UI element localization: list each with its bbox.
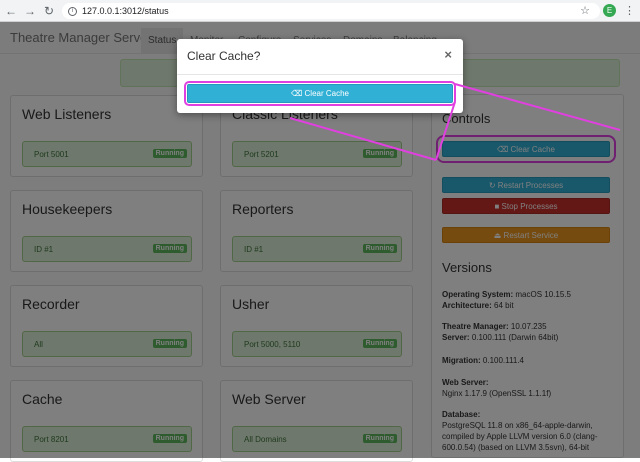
eraser-icon: ⌫ bbox=[290, 89, 305, 98]
close-icon[interactable]: × bbox=[444, 47, 452, 62]
reload-icon[interactable]: ↻ bbox=[41, 3, 57, 19]
back-icon[interactable]: ← bbox=[3, 3, 19, 19]
modal-header: Clear Cache? × bbox=[177, 39, 463, 75]
profile-avatar[interactable]: E bbox=[603, 4, 616, 17]
info-icon[interactable]: i bbox=[68, 6, 77, 16]
forward-icon[interactable]: → bbox=[22, 3, 38, 19]
bookmark-star-icon[interactable]: ☆ bbox=[580, 4, 590, 17]
address-bar[interactable]: i 127.0.0.1:3012/status ☆ bbox=[62, 3, 600, 19]
browser-menu-icon[interactable]: ⋮ bbox=[624, 4, 635, 17]
url-text: 127.0.0.1:3012/status bbox=[82, 6, 169, 16]
browser-toolbar: ← → ↻ i 127.0.0.1:3012/status ☆ E ⋮ bbox=[0, 0, 640, 22]
modal-title: Clear Cache? bbox=[187, 49, 261, 63]
clear-cache-modal: Clear Cache? × ⌫ Clear Cache bbox=[177, 39, 463, 113]
modal-clear-cache-button[interactable]: ⌫ Clear Cache bbox=[184, 81, 456, 106]
